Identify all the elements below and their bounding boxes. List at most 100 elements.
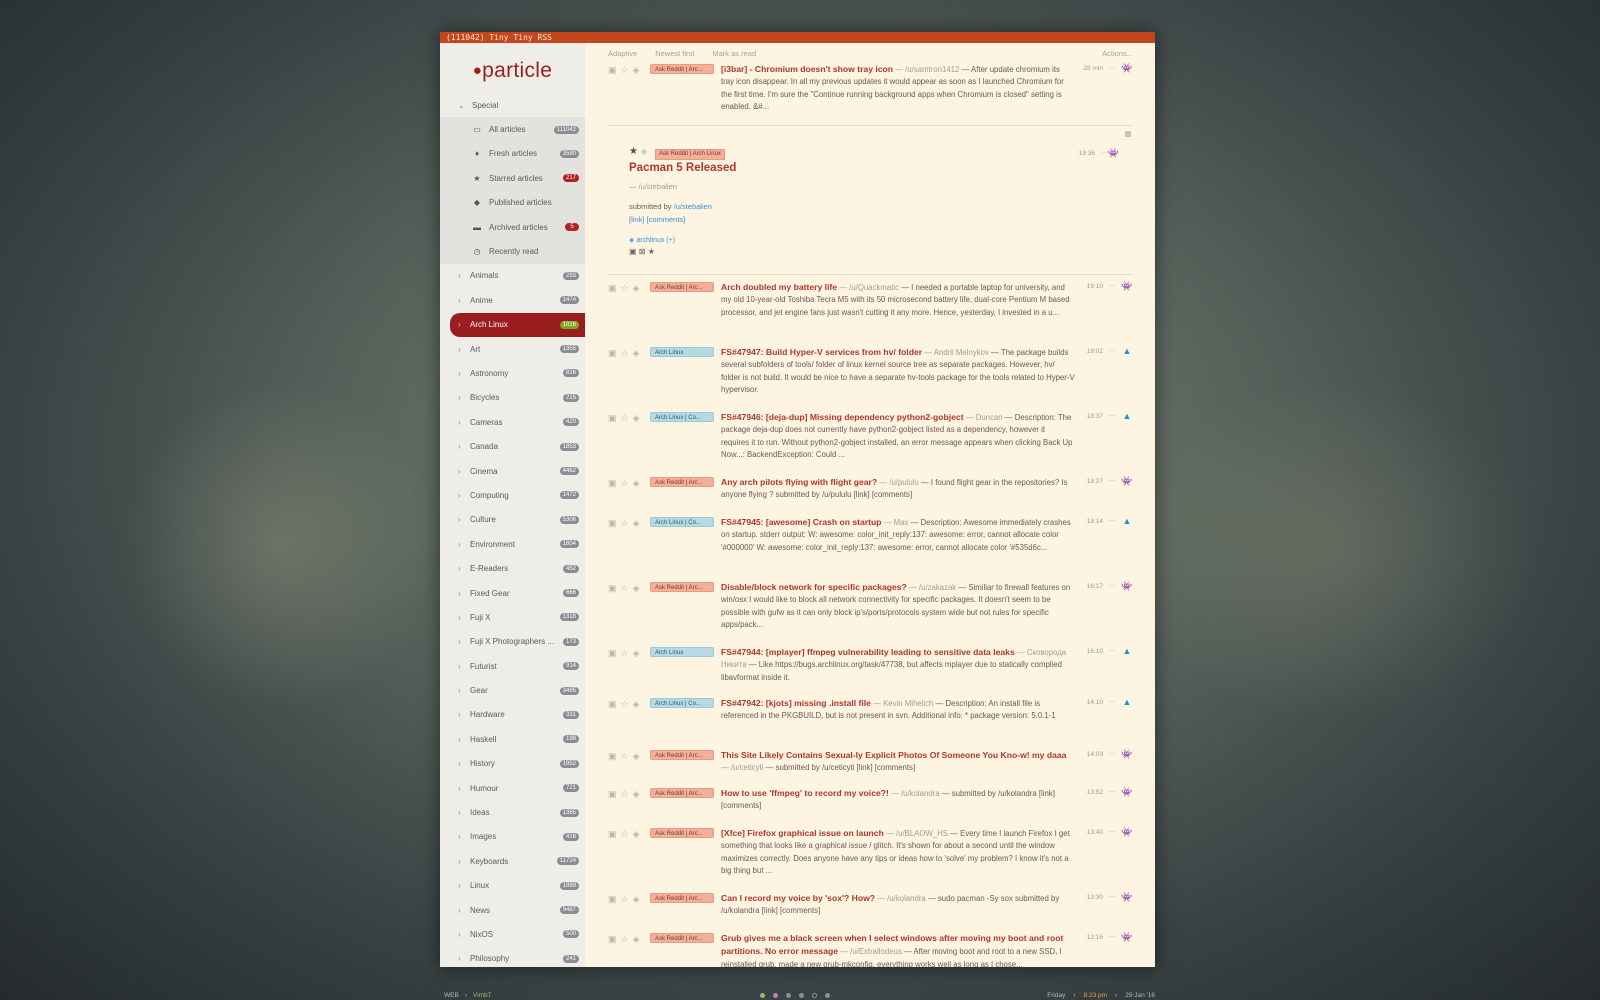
tag-icon[interactable]: ◈ (641, 147, 647, 156)
feed-tag[interactable]: Ask Reddit | Arc... (650, 477, 714, 487)
tag-icon[interactable]: ◈ (633, 648, 640, 697)
article-label[interactable]: ◈ archlinux (+) (629, 236, 675, 244)
headline-title[interactable]: FS#47944: [mplayer] ffmpeg vulnerability… (721, 647, 1015, 657)
checkbox-icon[interactable]: ▣ (608, 413, 617, 476)
category-item[interactable]: › Astronomy 816 (440, 361, 585, 385)
headline-row[interactable]: ▣ ☆ ◈ Ask Reddit | Arc... This Site Likely C… (608, 749, 1133, 787)
headline-row[interactable]: ▣ ☆ ◈ Ask Reddit | Arc... Any arch pilots fl… (608, 476, 1133, 516)
category-item[interactable]: › Art 1355 (440, 337, 585, 361)
share-icon[interactable]: ⊠ (639, 247, 646, 256)
workspace-dot[interactable] (799, 992, 804, 998)
workspace-dot[interactable] (812, 992, 817, 998)
workspace-dot[interactable] (760, 992, 765, 998)
feed-tag[interactable]: Arch Linux | Co... (650, 698, 714, 708)
tag-icon[interactable]: ◈ (633, 478, 640, 516)
mark-as-read-button[interactable]: Mark as read (712, 49, 756, 58)
category-item[interactable]: › Philosophy 241 (440, 947, 585, 967)
headline-row[interactable]: ▣ ☆ ◈ Arch Linux | Co... FS#47942: [kjots] m… (608, 697, 1133, 749)
star-icon[interactable]: ☆ (621, 829, 629, 892)
tag-icon[interactable]: ◈ (633, 65, 640, 125)
headline-title[interactable]: FS#47945: [awesome] Crash on startup (721, 517, 881, 527)
feed-tag[interactable]: Ask Reddit | Arc... (650, 788, 714, 798)
headline-title[interactable]: How to use 'ffmpeg' to record my voice?! (721, 788, 889, 798)
star-icon[interactable]: ☆ (621, 789, 629, 827)
star-icon[interactable]: ☆ (621, 583, 629, 646)
category-item[interactable]: › E-Readers 452 (440, 556, 585, 580)
category-item[interactable]: › Animals 293 (440, 264, 585, 288)
headline-title[interactable]: [Xfce] Firefox graphical issue on launch (721, 828, 884, 838)
star-icon[interactable]: ☆ (621, 934, 629, 967)
article-title[interactable]: Pacman 5 Released (629, 162, 736, 174)
feed-tag[interactable]: Ask Reddit | Arc... (650, 64, 714, 74)
feed-archive[interactable]: ▬ Archived articles 5 (440, 214, 585, 240)
category-item[interactable]: › Culture 5306 (440, 508, 585, 532)
category-item[interactable]: › News 9487 (440, 898, 585, 922)
checkbox-icon[interactable]: ▣ (608, 348, 617, 411)
feed-clock[interactable]: ◷ Recently read (440, 239, 585, 264)
feed-tag[interactable]: Ask Reddit | Arc... (650, 282, 714, 292)
headline-title[interactable]: FS#47942: [kjots] missing .install file (721, 698, 871, 708)
headline-title[interactable]: Disable/block network for specific packa… (721, 582, 907, 592)
headline-title[interactable]: FS#47947: Build Hyper-V services from hv… (721, 347, 922, 357)
feed-tag[interactable]: ◆ Published articles (440, 190, 585, 215)
headline-title[interactable]: FS#47946: [deja-dup] Missing dependency … (721, 412, 964, 422)
tag-icon[interactable]: ◈ (633, 518, 640, 581)
checkbox-icon[interactable]: ▣ (608, 583, 617, 646)
category-item[interactable]: › Images 416 (440, 825, 585, 849)
headline-title[interactable]: This Site Likely Contains Sexual-ly Expl… (721, 750, 1066, 760)
feed-tag[interactable]: Arch Linux (650, 647, 714, 657)
category-item[interactable]: › Arch Linux 1016 (450, 312, 585, 337)
author-link[interactable]: /u/stebalien (674, 202, 712, 211)
headline-row[interactable]: ▣ ☆ ◈ Ask Reddit | Arc... Grub gives me a bl… (608, 932, 1133, 967)
checkbox-icon[interactable]: ▣ (608, 518, 617, 581)
tag-icon[interactable]: ◈ (633, 751, 640, 787)
feed-tag[interactable]: Ask Reddit | Arc... (650, 828, 714, 838)
collapse-icon[interactable] (1125, 131, 1131, 137)
category-item[interactable]: › Keyboards 11724 (440, 849, 585, 873)
star-icon[interactable]: ☆ (621, 283, 629, 346)
star-icon[interactable]: ★ (648, 247, 655, 256)
feed-star[interactable]: ★ Starred articles 217 (440, 166, 585, 191)
workspace-dot[interactable] (786, 992, 791, 998)
category-item[interactable]: › Ideas 1385 (440, 800, 585, 824)
category-item[interactable]: › Fixed Gear 666 (440, 581, 585, 605)
headline-row[interactable]: ▣ ☆ ◈ Arch Linux | Co... FS#47946: [deja-dup… (608, 411, 1133, 476)
tag-icon[interactable]: ◈ (633, 829, 640, 892)
feed-fire[interactable]: ♦ Fresh articles 3590 (440, 141, 585, 167)
category-special[interactable]: ⌄ Special (440, 93, 585, 117)
headline-row[interactable]: ▣ ☆ ◈ Arch Linux FS#47944: [mplayer] ffmpeg … (608, 646, 1133, 697)
feed-tag[interactable]: Ask Reddit | Arc... (650, 750, 714, 760)
feed-tag[interactable]: Arch Linux | Co... (650, 412, 714, 422)
checkbox-icon[interactable]: ▣ (608, 829, 617, 892)
category-item[interactable]: › Futurist 914 (440, 654, 585, 678)
category-item[interactable]: › Linux 1999 (440, 874, 585, 898)
category-item[interactable]: › History 1952 (440, 752, 585, 776)
feed-inbox[interactable]: ▭ All articles 111042 (440, 117, 585, 142)
actions-menu[interactable]: Actions... (1102, 49, 1133, 58)
workspace-dot[interactable] (773, 992, 778, 998)
tag-icon[interactable]: ◈ (633, 348, 640, 411)
headline-row[interactable]: ▣ ☆ ◈ Arch Linux | Co... FS#47945: [awesome]… (608, 516, 1133, 581)
headline-row[interactable]: ▣ ☆ ◈ Ask Reddit | Arc... Can I record my vo… (608, 892, 1133, 932)
category-item[interactable]: › Hardware 331 (440, 703, 585, 727)
headline-title[interactable]: Any arch pilots flying with flight gear? (721, 477, 877, 487)
star-icon[interactable]: ☆ (621, 751, 629, 787)
checkbox-icon[interactable]: ▣ (608, 699, 617, 749)
category-item[interactable]: › Gear 3495 (440, 678, 585, 702)
category-item[interactable]: › Cameras 420 (440, 410, 585, 434)
star-icon[interactable]: ☆ (621, 478, 629, 516)
category-item[interactable]: › Fuji X Photographers ... 173 (440, 630, 585, 654)
category-item[interactable]: › NixOS 500 (440, 922, 585, 946)
star-icon[interactable]: ☆ (621, 648, 629, 697)
checkbox-icon[interactable]: ▣ (608, 648, 617, 697)
headline-row[interactable]: ▣ ☆ ◈ Ask Reddit | Arc... [Xfce] Firefox gra… (608, 827, 1133, 892)
category-item[interactable]: › Computing 1472 (440, 483, 585, 507)
tag-icon[interactable]: ◈ (633, 583, 640, 646)
star-icon[interactable]: ☆ (621, 413, 629, 476)
checkbox-icon[interactable]: ▣ (608, 751, 617, 787)
star-icon[interactable]: ☆ (621, 348, 629, 411)
headline-title[interactable]: [i3bar] - Chromium doesn't show tray ico… (721, 64, 893, 74)
star-icon[interactable]: ☆ (621, 699, 629, 749)
sort-order-select[interactable]: Newest first (655, 49, 694, 58)
category-item[interactable]: › Haskell 198 (440, 727, 585, 751)
